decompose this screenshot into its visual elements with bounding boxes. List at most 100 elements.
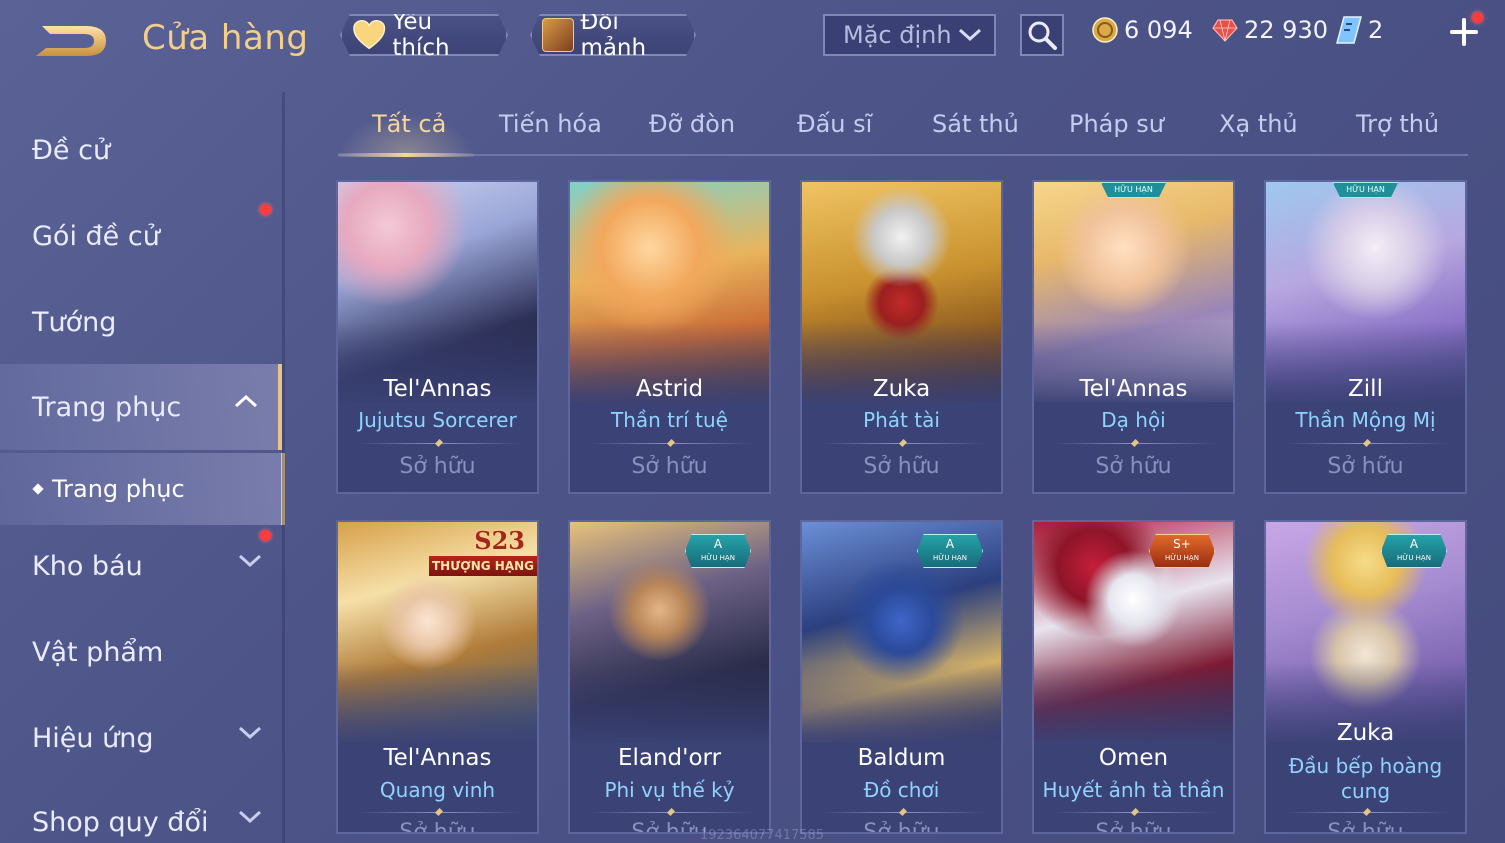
category-tabs: Tất cả Tiến hóa Đỡ đòn Đấu sĩ Sát thủ Ph… [338,98,1468,157]
skin-name: Dạ hội [1101,408,1166,432]
sidebar-item-items[interactable]: Vật phẩm [0,610,282,694]
sort-dropdown[interactable]: Mặc định [823,14,996,56]
tab-evolution[interactable]: Tiến hóa [499,110,602,138]
sidebar-item-exchange-shop[interactable]: Shop quy đổi [0,780,282,843]
limited-badge: HỮU HẠN [1100,182,1167,198]
tab-mage[interactable]: Pháp sư [1069,110,1164,138]
ruby-currency: 22 930 [1212,16,1328,44]
sidebar-item-featured-packs[interactable]: Gói đề cử [0,194,282,278]
owned-status: Sở hữu [1327,454,1404,479]
skin-card[interactable]: S+ HỮU HẠN Omen Huyết ảnh tà thần Sở hữu [1032,520,1235,834]
tab-all[interactable]: Tất cả [372,110,446,138]
season-badge: S23 THƯỢNG HẠNG [429,526,537,578]
sidebar-item-treasure[interactable]: Kho báu [0,524,282,608]
sidebar-item-label: Trang phục [32,391,182,423]
shard-exchange-button[interactable]: Đổi mảnh [530,14,696,56]
favorites-button[interactable]: Yêu thích [340,14,508,56]
watermark-id: 1923640774175​85 [700,828,825,843]
skin-card[interactable]: HỮU HẠN Zill Thần Mộng Mị Sở hữu [1264,180,1467,494]
shard-chest-icon [542,18,574,52]
sidebar-item-label: Vật phẩm [32,636,164,668]
tier-badge: S+ HỮU HẠN [1149,534,1215,568]
hero-name: Zill [1348,376,1383,402]
notification-dot [260,530,271,541]
skin-card[interactable]: A HỮU HẠN Baldum Đồ chơi Sở hữu [800,520,1003,834]
tier-letter: S+ [1173,537,1191,551]
owned-status: Sở hữu [631,454,708,479]
skin-grid: Tel'Annas Jujutsu Sorcerer Sở hữu Astrid… [336,180,1471,843]
chevron-down-icon [958,28,982,42]
sidebar-item-effects[interactable]: Hiệu ứng [0,696,282,780]
tab-fighter[interactable]: Đấu sĩ [797,110,872,138]
voucher-currency: 2 [1336,16,1383,44]
search-button[interactable] [1020,14,1064,56]
tier-badge: A HỮU HẠN [1381,534,1447,568]
back-arrow-icon [36,26,106,56]
skin-card[interactable]: A HỮU HẠN Eland'orr Phi vụ thế kỷ Sở hữu [568,520,771,834]
skin-card[interactable]: Astrid Thần trí tuệ Sở hữu [568,180,771,494]
tab-active-underline [338,153,474,157]
notification-dot [260,204,271,215]
tier-letter: A [1409,537,1419,551]
gold-coin-icon [1092,17,1118,43]
tab-support[interactable]: Trợ thủ [1356,110,1439,138]
chevron-down-icon [238,726,262,740]
hero-name: Tel'Annas [383,376,492,402]
sidebar-item-featured[interactable]: Đề cử [0,108,282,192]
skin-name: Quang vinh [379,778,496,802]
owned-status: Sở hữu [1095,820,1172,834]
skin-name: Thần Mộng Mị [1295,408,1436,432]
tab-tank[interactable]: Đỡ đòn [649,110,735,138]
skin-name: Jujutsu Sorcerer [358,408,517,432]
card-divider [1286,812,1449,813]
sidebar-subitem-skins[interactable]: Trang phục [0,453,285,525]
skin-name: Đồ chơi [863,778,940,802]
skin-name: Phi vụ thế kỷ [604,778,735,802]
season-rank-label: THƯỢNG HẠNG [429,556,537,576]
owned-status: Sở hữu [399,454,476,479]
sidebar-item-skins[interactable]: Trang phục [0,364,282,450]
owned-status: Sở hữu [399,820,476,834]
hero-name: Tel'Annas [1079,376,1188,402]
tab-assassin[interactable]: Sát thủ [932,110,1019,138]
skin-card[interactable]: A HỮU HẠN Zuka Đầu bếp hoàng cung Sở hữu [1264,520,1467,834]
sidebar-item-label: Tướng [32,306,117,338]
tab-marksman[interactable]: Xạ thủ [1219,110,1298,138]
shard-exchange-label: Đổi mảnh [580,9,647,61]
card-divider [358,443,521,444]
sidebar: Đề cử Gói đề cử Tướng Trang phục Trang p… [0,92,285,843]
tier-badge: A HỮU HẠN [685,534,751,568]
hero-name: Astrid [635,376,704,402]
card-divider [1054,812,1217,813]
skin-card[interactable]: HỮU HẠN Tel'Annas Dạ hội Sở hữu [1032,180,1235,494]
chevron-up-icon [234,394,258,408]
sidebar-item-label: Hiệu ứng [32,722,154,754]
skin-card[interactable]: S23 THƯỢNG HẠNG Tel'Annas Quang vinh Sở … [336,520,539,834]
tier-limited-label: HỮU HẠN [933,554,967,562]
voucher-icon [1336,16,1362,44]
sort-selected-value: Mặc định [843,21,952,49]
diamond-bullet-icon [32,483,44,495]
sidebar-item-label: Kho báu [32,550,143,582]
gold-currency: 6 094 [1092,16,1193,44]
chevron-down-icon [238,554,262,568]
hero-name: Omen [1098,745,1169,771]
tier-limited-label: HỮU HẠN [1397,554,1431,562]
voucher-amount: 2 [1368,16,1384,44]
owned-status: Sở hữu [863,820,940,834]
card-divider [822,443,985,444]
skin-card[interactable]: Tel'Annas Jujutsu Sorcerer Sở hữu [336,180,539,494]
sidebar-subitem-label: Trang phục [52,475,185,503]
top-bar: Cửa hàng Yêu thích Đổi mảnh Mặc định 6 0… [0,0,1505,78]
card-divider [590,443,753,444]
hero-name: Baldum [857,745,946,771]
hero-name: Zuka [872,376,931,402]
skin-card[interactable]: Zuka Phát tài Sở hữu [800,180,1003,494]
back-button[interactable] [28,16,112,66]
favorites-label: Yêu thích [392,9,450,61]
search-icon [1028,21,1057,50]
owned-status: Sở hữu [863,454,940,479]
sidebar-item-label: Shop quy đổi [32,806,209,838]
sidebar-item-heroes[interactable]: Tướng [0,280,282,364]
owned-status: Sở hữu [1327,820,1404,834]
